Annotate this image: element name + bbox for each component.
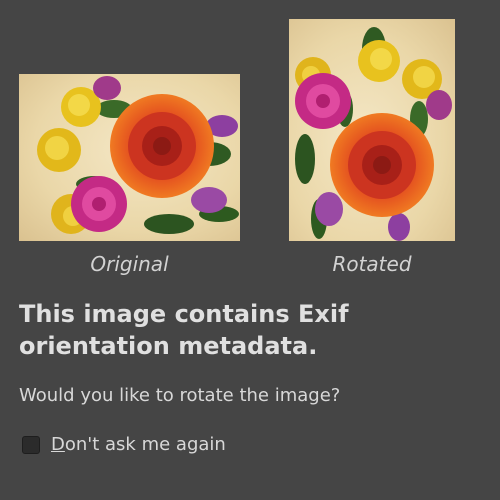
mnemonic-letter: D bbox=[51, 434, 65, 455]
dialog-heading: This image contains Exif orientation met… bbox=[19, 300, 349, 360]
original-caption: Original bbox=[90, 252, 169, 276]
dont-ask-again-checkbox-row[interactable]: Don't ask me again bbox=[22, 432, 226, 458]
flower-bouquet-rotated-image bbox=[289, 19, 455, 241]
dont-ask-again-label[interactable]: Don't ask me again bbox=[51, 433, 226, 457]
exif-rotate-dialog: Original Rotated This image contains Exi… bbox=[0, 0, 500, 500]
rotate-question: Would you like to rotate the image? bbox=[19, 385, 341, 406]
original-image-preview bbox=[19, 74, 240, 241]
dont-ask-again-text: on't ask me again bbox=[64, 434, 226, 455]
flower-bouquet-image bbox=[19, 74, 240, 241]
rotated-caption: Rotated bbox=[332, 252, 412, 276]
dont-ask-again-checkbox[interactable] bbox=[22, 436, 40, 454]
rotated-image-preview bbox=[289, 19, 455, 241]
